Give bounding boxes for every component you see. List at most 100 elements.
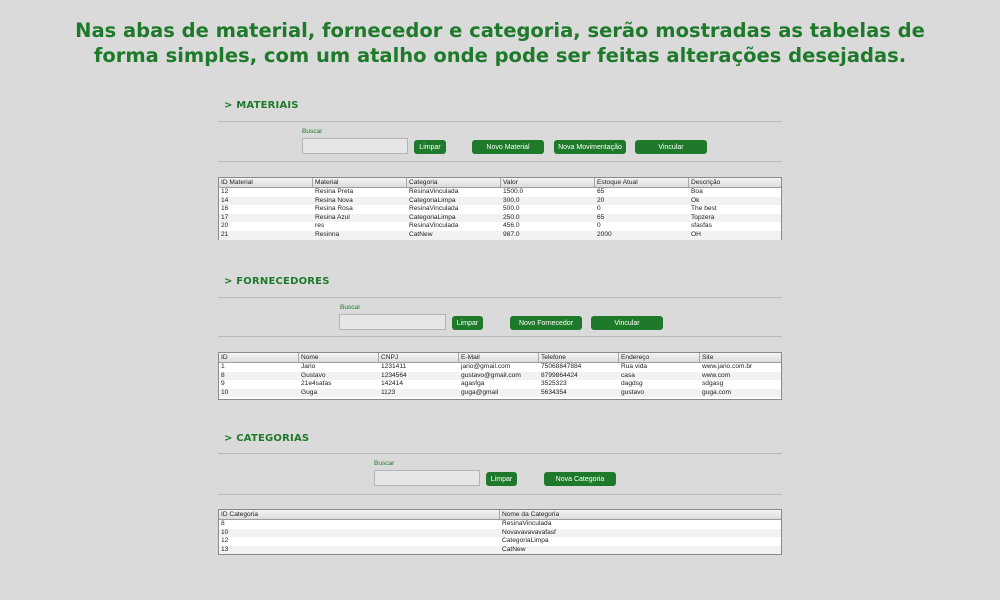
column-header[interactable]: Nome xyxy=(299,353,379,362)
categorias-search-input[interactable] xyxy=(374,470,480,486)
table-row[interactable]: 16 Resina Rosa ResinaVinculada 500.0 0 The be… xyxy=(219,205,781,214)
fornecedores-search-input[interactable] xyxy=(339,314,446,330)
headline-line-2: forma simples, com um atalho onde pode s… xyxy=(93,44,907,67)
table-cell: casa xyxy=(621,371,635,379)
table-cell: 500.0 xyxy=(503,205,520,213)
table-cell: Gustavo xyxy=(301,371,326,379)
materiais-title: > MATERIAIS xyxy=(224,100,299,111)
table-body: 8 ResinaVinculada 10 Novavavavavafasf 12 Cate… xyxy=(219,520,781,555)
divider xyxy=(218,494,782,495)
table-cell: CatNew xyxy=(502,545,526,553)
table-row[interactable]: 10 Guga 1123 guga@gmail 5634354 gustavo guga.c… xyxy=(219,388,781,398)
nova-movimentacao-button[interactable]: Nova Movimentação xyxy=(554,140,626,154)
table-row[interactable]: 10 Novavavavavafasf xyxy=(219,528,781,538)
column-header[interactable]: Telefone xyxy=(539,353,619,362)
table-row[interactable]: 9 21e4safas 142414 agasfga 3525323 dagdsg sdga… xyxy=(219,380,781,389)
table-cell: Resina Nova xyxy=(315,196,353,204)
table-cell: 1500.0 xyxy=(503,188,524,195)
table-cell: 20 xyxy=(597,196,605,204)
table-cell: gustavo xyxy=(621,388,645,396)
table-header: ID Nome CNPJ E-Mail Telefone Endereço Site xyxy=(219,353,781,363)
column-header[interactable]: Estoque Atual xyxy=(595,178,689,187)
table-cell: 0 xyxy=(597,222,601,230)
table-row[interactable]: 13 CatNew xyxy=(219,545,781,555)
table-cell: 20 xyxy=(221,222,229,230)
materiais-search-input[interactable] xyxy=(302,138,408,154)
table-body: 1 Jario 1231411 jario@gmail.com 75068847884 R… xyxy=(219,363,781,398)
table-cell: ResinaVinculada xyxy=(409,222,459,230)
novo-fornecedor-button[interactable]: Novo Fornecedor xyxy=(510,316,582,330)
column-header[interactable]: Site xyxy=(700,353,781,362)
fornecedores-search-label: Buscar xyxy=(340,304,361,311)
column-header[interactable]: ID Material xyxy=(219,178,313,187)
column-header[interactable]: ID xyxy=(219,353,299,362)
table-cell: 456.0 xyxy=(503,222,520,230)
table-row[interactable]: 14 Resina Nova CategoriaLimpa 300.0 20 Ok xyxy=(219,196,781,206)
table-cell: 65 xyxy=(597,188,605,195)
table-cell: 75068847884 xyxy=(541,363,582,370)
table-cell: CatNew xyxy=(409,230,433,238)
column-header[interactable]: ID Categoria xyxy=(219,510,500,519)
table-row[interactable]: 12 CategoriaLimpa xyxy=(219,537,781,546)
table-cell: Jario xyxy=(301,363,316,370)
table-cell: dagdsg xyxy=(621,380,643,388)
table-cell: Rua vida xyxy=(621,363,648,370)
column-header[interactable]: E-Mail xyxy=(459,353,539,362)
table-cell: sdgasg xyxy=(702,380,724,388)
table-cell: jario@gmail.com xyxy=(461,363,511,370)
column-header[interactable]: Descrição xyxy=(689,178,781,187)
column-header[interactable]: Categoria xyxy=(407,178,501,187)
table-cell: 142414 xyxy=(381,380,404,388)
categorias-search-label: Buscar xyxy=(374,460,395,467)
table-cell: CategoriaLimpa xyxy=(409,213,456,221)
table-row[interactable]: 20 res ResinaVinculada 456.0 0 sfasfas xyxy=(219,222,781,231)
table-cell: 13 xyxy=(221,545,229,553)
table-row[interactable]: 1 Jario 1231411 jario@gmail.com 75068847884 R… xyxy=(219,363,781,372)
table-cell: 3525323 xyxy=(541,380,567,388)
table-row[interactable]: 21 Resinna CatNew 987.0 2000 OH xyxy=(219,230,781,240)
fornecedores-vincular-button[interactable]: Vincular xyxy=(591,316,663,330)
categorias-limpar-button[interactable]: Limpar xyxy=(486,472,517,486)
materiais-limpar-button[interactable]: Limpar xyxy=(414,140,446,154)
table-row[interactable]: 8 Gustavo 1234564 gustavo@gmail.com 87998644… xyxy=(219,371,781,381)
nova-categoria-button[interactable]: Nova Categoria xyxy=(544,472,616,486)
table-cell: ResinaVinculada xyxy=(502,520,552,527)
table-cell: 1234564 xyxy=(381,371,407,379)
table-cell: 1123 xyxy=(381,388,396,396)
table-cell: 12 xyxy=(221,188,229,195)
divider xyxy=(218,453,782,454)
materiais-table[interactable]: ID Material Material Categoria Valor Estoque… xyxy=(218,177,782,240)
table-cell: sfasfas xyxy=(691,222,712,230)
table-cell: 16 xyxy=(221,205,229,213)
table-cell: 9 xyxy=(221,380,225,388)
table-cell: 987.0 xyxy=(503,230,520,238)
table-cell: agasfga xyxy=(461,380,485,388)
table-cell: Resina Preta xyxy=(315,188,354,195)
novo-material-button[interactable]: Novo Material xyxy=(472,140,544,154)
fornecedores-limpar-button[interactable]: Limpar xyxy=(452,316,483,330)
table-cell: 12 xyxy=(221,537,229,545)
table-cell: 5634354 xyxy=(541,388,567,396)
table-cell: CategoriaLimpa xyxy=(502,537,549,545)
table-cell: OH xyxy=(691,230,701,238)
table-cell: Guga xyxy=(301,388,318,396)
column-header[interactable]: Valor xyxy=(501,178,595,187)
column-header[interactable]: Material xyxy=(313,178,407,187)
table-header: ID Material Material Categoria Valor Estoque… xyxy=(219,178,781,188)
table-cell: 17 xyxy=(221,213,229,221)
fornecedores-table[interactable]: ID Nome CNPJ E-Mail Telefone Endereço Site 1 Jar… xyxy=(218,352,782,400)
materiais-vincular-button[interactable]: Vincular xyxy=(635,140,707,154)
table-cell: res xyxy=(315,222,325,230)
column-header[interactable]: Endereço xyxy=(619,353,700,362)
divider xyxy=(218,297,782,298)
categorias-table[interactable]: ID Categoria Nome da Categoria 8 ResinaVinc… xyxy=(218,509,782,555)
table-cell: 65 xyxy=(597,213,605,221)
table-row[interactable]: 17 Resina Azul CategoriaLimpa 250.0 65 Topzer… xyxy=(219,213,781,223)
table-body: 12 Resina Preta ResinaVinculada 1500.0 65 Boa… xyxy=(219,188,781,240)
column-header[interactable]: CNPJ xyxy=(379,353,459,362)
table-cell: 300.0 xyxy=(503,196,520,204)
table-row[interactable]: 12 Resina Preta ResinaVinculada 1500.0 65 Boa xyxy=(219,188,781,197)
column-header[interactable]: Nome da Categoria xyxy=(500,510,781,519)
table-row[interactable]: 8 ResinaVinculada xyxy=(219,520,781,529)
table-cell: Boa xyxy=(691,188,703,195)
